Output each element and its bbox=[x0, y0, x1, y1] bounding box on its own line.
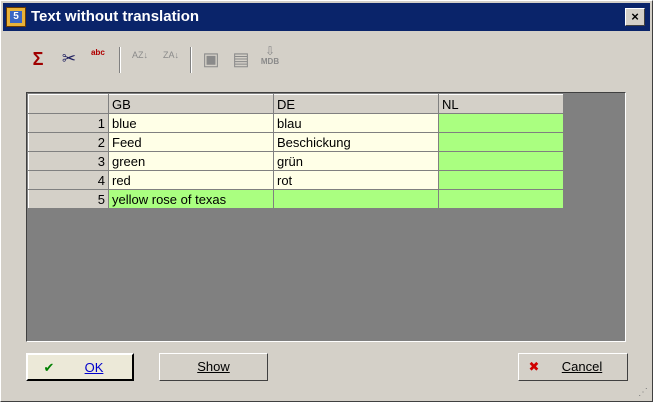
spellcheck-button[interactable]: ᵃᵇᶜ bbox=[85, 45, 111, 73]
save-button[interactable]: ▤ bbox=[228, 45, 254, 73]
window-title: Text without translation bbox=[31, 8, 200, 25]
sum-button[interactable]: Σ bbox=[25, 45, 51, 73]
show-button-label: Show bbox=[197, 359, 230, 374]
cell-gb[interactable]: red bbox=[108, 170, 274, 190]
close-icon: × bbox=[631, 9, 639, 24]
table-row[interactable]: 1 blue blau bbox=[28, 113, 564, 133]
mdb-export-icon: ⇩ MDB bbox=[260, 44, 280, 66]
cancel-button[interactable]: ✖ Cancel bbox=[518, 353, 628, 381]
cell-nl[interactable] bbox=[438, 170, 564, 190]
row-number[interactable]: 4 bbox=[28, 170, 109, 190]
toolbar-separator bbox=[190, 47, 192, 73]
corner-cell[interactable] bbox=[28, 94, 109, 114]
resize-grip-icon[interactable]: ⋰ bbox=[638, 387, 650, 399]
translation-grid[interactable]: GB DE NL 1 blue blau 2 Feed Beschickung … bbox=[26, 92, 626, 342]
scissors-icon: ✂ bbox=[61, 49, 77, 68]
sort-descending-button[interactable]: ZA↓ bbox=[158, 45, 184, 73]
grid-table: GB DE NL 1 blue blau 2 Feed Beschickung … bbox=[28, 94, 564, 209]
table-row[interactable]: 5 yellow rose of texas bbox=[28, 189, 564, 209]
mdb-export-button[interactable]: ⇩ MDB bbox=[257, 45, 283, 73]
table-row[interactable]: 3 green grün bbox=[28, 151, 564, 171]
dialog-window: 5 Text without translation × Σ ✂ ᵃᵇᶜ AZ↓… bbox=[0, 0, 653, 402]
cancel-icon: ✖ bbox=[528, 359, 540, 374]
cancel-button-label: Cancel bbox=[561, 359, 603, 374]
cut-button[interactable]: ✂ bbox=[56, 45, 82, 73]
close-button[interactable]: × bbox=[625, 8, 645, 26]
checkmark-icon: ✔ bbox=[43, 360, 55, 375]
cell-de[interactable]: rot bbox=[273, 170, 439, 190]
cell-gb[interactable]: blue bbox=[108, 113, 274, 133]
table-row[interactable]: 2 Feed Beschickung bbox=[28, 132, 564, 152]
cell-de[interactable] bbox=[273, 189, 439, 209]
sum-icon: Σ bbox=[32, 49, 44, 69]
row-number[interactable]: 5 bbox=[28, 189, 109, 209]
title-bar[interactable]: 5 Text without translation × bbox=[3, 3, 650, 31]
row-number[interactable]: 1 bbox=[28, 113, 109, 133]
cell-de[interactable]: Beschickung bbox=[273, 132, 439, 152]
cell-nl[interactable] bbox=[438, 132, 564, 152]
toolbar: Σ ✂ ᵃᵇᶜ AZ↓ ZA↓ ▣ ▤ ⇩ MDB bbox=[25, 45, 325, 77]
show-button[interactable]: Show bbox=[159, 353, 268, 381]
cell-de[interactable]: grün bbox=[273, 151, 439, 171]
cell-de[interactable]: blau bbox=[273, 113, 439, 133]
cell-nl[interactable] bbox=[438, 189, 564, 209]
grid-header-row: GB DE NL bbox=[28, 94, 564, 114]
column-header-nl[interactable]: NL bbox=[438, 94, 564, 114]
column-header-gb[interactable]: GB bbox=[108, 94, 274, 114]
sort-ascending-icon: AZ↓ bbox=[131, 50, 148, 60]
cell-gb[interactable]: Feed bbox=[108, 132, 274, 152]
edit-icon: ▣ bbox=[202, 49, 220, 69]
cell-nl[interactable] bbox=[438, 151, 564, 171]
app-icon[interactable]: 5 bbox=[6, 7, 26, 27]
cell-nl[interactable] bbox=[438, 113, 564, 133]
edit-button[interactable]: ▣ bbox=[198, 45, 224, 73]
table-row[interactable]: 4 red rot bbox=[28, 170, 564, 190]
row-number[interactable]: 2 bbox=[28, 132, 109, 152]
sort-descending-icon: ZA↓ bbox=[162, 50, 179, 60]
save-icon: ▤ bbox=[232, 49, 250, 69]
toolbar-separator bbox=[119, 47, 121, 73]
ok-button-label: OK bbox=[84, 360, 104, 375]
cell-gb[interactable]: yellow rose of texas bbox=[108, 189, 274, 209]
cell-gb[interactable]: green bbox=[108, 151, 274, 171]
ok-button[interactable]: ✔ OK bbox=[26, 353, 134, 381]
sort-ascending-button[interactable]: AZ↓ bbox=[127, 45, 153, 73]
abc-spell-icon: ᵃᵇᶜ bbox=[91, 47, 105, 61]
row-number[interactable]: 3 bbox=[28, 151, 109, 171]
column-header-de[interactable]: DE bbox=[273, 94, 439, 114]
